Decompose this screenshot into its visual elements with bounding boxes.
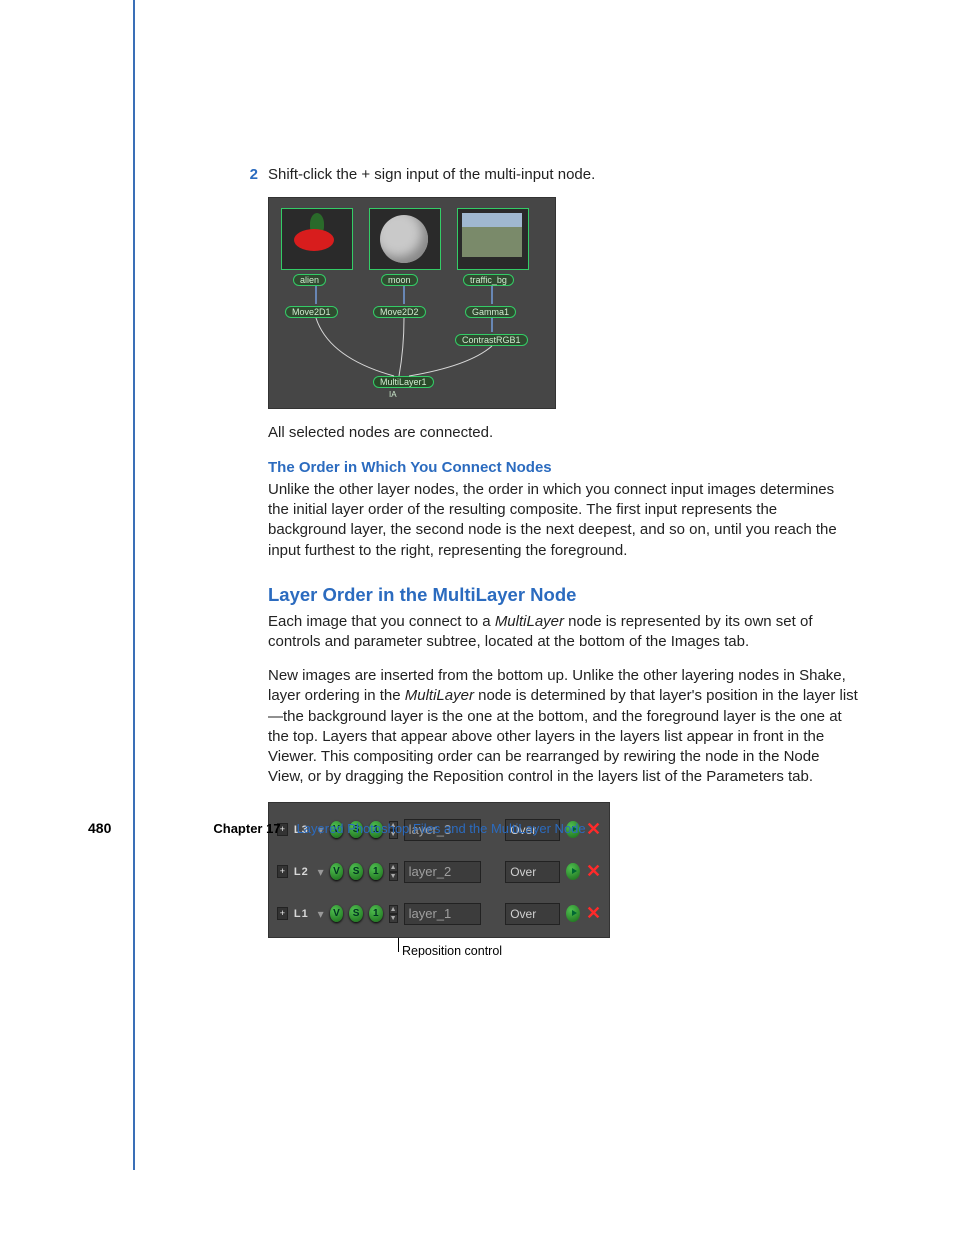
para-layerorder-2: New images are inserted from the bottom … [268, 666, 858, 788]
thumb-traffic [457, 208, 529, 270]
node-label-traffic: traffic_bg [463, 274, 514, 286]
chapter-title: Layered Photoshop Files and the MultiLay… [297, 820, 586, 838]
para-layerorder-1: Each image that you connect to a MultiLa… [268, 612, 858, 653]
chapter-label: Chapter 17 [213, 820, 280, 838]
v-button: V [330, 863, 344, 880]
play-icon [566, 905, 580, 922]
step-number: 2 [246, 165, 258, 185]
disclosure-icon: ▾ [318, 865, 324, 879]
step-2: 2 Shift-click the + sign input of the mu… [268, 165, 858, 185]
layer-tag: L1 [294, 908, 312, 920]
p2em: MultiLayer [405, 687, 474, 704]
after-step-text: All selected nodes are connected. [268, 423, 858, 443]
delete-icon: ✕ [586, 863, 601, 880]
page-body: 2 Shift-click the + sign input of the mu… [133, 0, 873, 938]
node-gamma1: Gamma1 [465, 306, 516, 318]
plus-icon: + [277, 907, 288, 920]
node-multilayer: MultiLayer1 [373, 376, 434, 388]
s-button: S [349, 863, 363, 880]
node-move2d1: Move2D1 [285, 306, 338, 318]
callout-label: Reposition control [402, 944, 502, 958]
layer-name: layer_1 [404, 903, 482, 925]
blend-mode: Over [505, 903, 560, 925]
disclosure-icon: ▾ [318, 907, 324, 921]
node-label-moon: moon [381, 274, 418, 286]
thumb-moon [369, 208, 441, 270]
layer-name: layer_2 [404, 861, 482, 883]
p1em: MultiLayer [495, 613, 564, 630]
one-button: 1 [369, 905, 383, 922]
step-text: Shift-click the + sign input of the mult… [268, 165, 595, 185]
page-number: 480 [88, 819, 111, 838]
node-contrast: ContrastRGB1 [455, 334, 528, 346]
layer-row-2: + L2 ▾ V S 1 ▲▼ layer_2 Over ✕ [269, 851, 609, 893]
thumb-alien [281, 208, 353, 270]
play-icon [566, 863, 580, 880]
p1a: Each image that you connect to a [268, 613, 495, 630]
reposition-spinner: ▲▼ [389, 905, 398, 923]
node-move2d2: Move2D2 [373, 306, 426, 318]
node-label-alien: alien [293, 274, 326, 286]
reposition-spinner: ▲▼ [389, 863, 398, 881]
layer-row-1: + L1 ▾ V S 1 ▲▼ layer_1 Over ✕ [269, 893, 609, 935]
page-footer: 480 Chapter 17 Layered Photoshop Files a… [133, 819, 873, 838]
s-button: S [349, 905, 363, 922]
blend-mode: Over [505, 861, 560, 883]
node-view-screenshot: alien moon traffic_bg Move2D1 Move2D2 Ga… [268, 197, 556, 409]
subhead-order-body: Unlike the other layer nodes, the order … [268, 480, 858, 561]
plus-icon: + [277, 865, 288, 878]
layer-tag: L2 [294, 866, 312, 878]
one-button: 1 [369, 863, 383, 880]
delete-icon: ✕ [586, 905, 601, 922]
v-button: V [330, 905, 344, 922]
port-label: IA [389, 390, 397, 399]
heading-layer-order: Layer Order in the MultiLayer Node [268, 583, 858, 608]
subhead-order: The Order in Which You Connect Nodes [268, 458, 858, 478]
